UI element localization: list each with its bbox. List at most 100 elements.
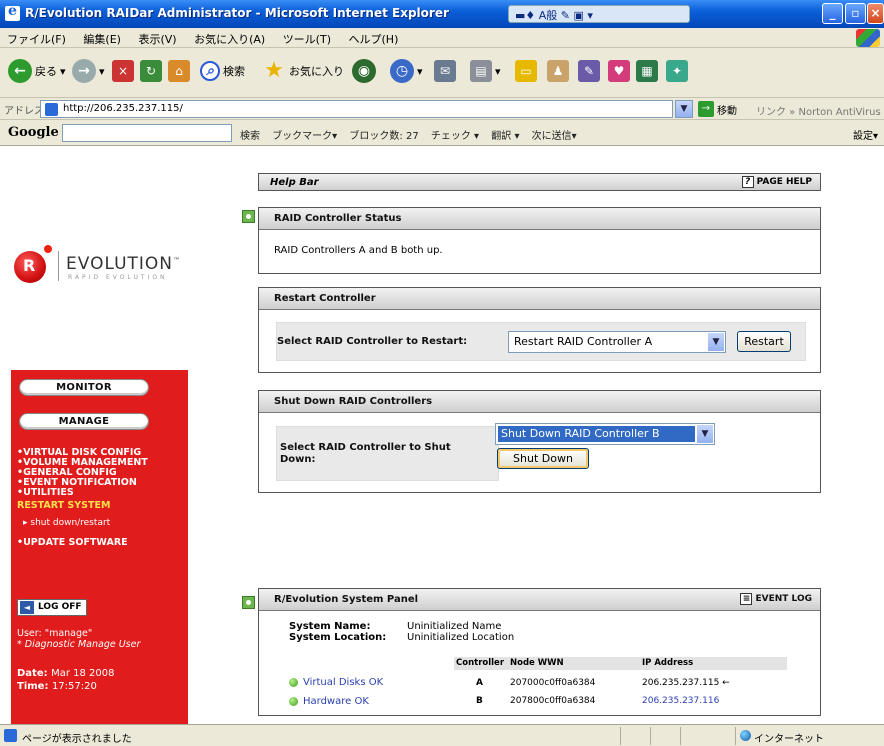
- manage-button[interactable]: MANAGE: [19, 413, 149, 430]
- close-button[interactable]: ×: [867, 3, 884, 24]
- menu-help[interactable]: ヘルプ(H): [342, 28, 406, 47]
- nav-update-software[interactable]: •UPDATE SOFTWARE: [17, 538, 187, 548]
- virtual-disks-ok-link[interactable]: Virtual Disks OK: [288, 677, 383, 688]
- back-button[interactable]: ← 戻る ▾: [8, 56, 66, 86]
- edit-button[interactable]: ▭: [515, 56, 537, 86]
- stop-button[interactable]: ×: [112, 56, 134, 86]
- nav-restart-system[interactable]: RESTART SYSTEM: [17, 501, 187, 511]
- google-search-input[interactable]: [62, 124, 232, 142]
- restart-select-label: Select RAID Controller to Restart:: [277, 336, 468, 347]
- google-settings[interactable]: 設定▾: [853, 127, 878, 142]
- google-popup-blocker[interactable]: ブロック数: 27: [349, 131, 418, 142]
- mail-button[interactable]: ✉: [434, 56, 456, 86]
- ime-language-bar[interactable]: ▬♦ A般 ✎ ▣ ▾: [508, 5, 690, 23]
- google-bookmarks[interactable]: ブックマーク▾: [272, 131, 337, 142]
- row-b-wwn: 207800c0ff0a6384: [510, 696, 596, 706]
- raid-status-panel: RAID Controller Status RAID Controllers …: [258, 207, 821, 274]
- search-icon: ⌕: [200, 61, 220, 81]
- system-name-label: System Name:: [289, 621, 371, 632]
- plugin-icon: ✦: [666, 60, 688, 82]
- media-icon: ◉: [352, 59, 376, 83]
- row-a-wwn: 207000c0ff0a6384: [510, 678, 596, 688]
- system-location-label: System Location:: [289, 632, 387, 643]
- hardware-ok-link[interactable]: Hardware OK: [289, 696, 369, 707]
- help-icon: ?: [741, 176, 754, 188]
- discuss-button[interactable]: ♟: [547, 56, 569, 86]
- address-dropdown[interactable]: ▼: [675, 100, 693, 118]
- log-off-button[interactable]: ◄ LOG OFF: [17, 599, 87, 616]
- log-off-label: LOG OFF: [38, 602, 82, 612]
- maximize-button[interactable]: ▫: [845, 3, 866, 24]
- logo-word: EVOLUTION: [66, 254, 174, 274]
- status-divider: [650, 727, 651, 745]
- refresh-button[interactable]: ↻: [140, 56, 162, 86]
- row-b-controller: B: [476, 696, 483, 706]
- restart-select-value: Restart RAID Controller A: [514, 335, 653, 348]
- favorites-button[interactable]: ★ お気に入り: [262, 56, 344, 86]
- restart-controller-select[interactable]: Restart RAID Controller A ▼: [508, 331, 726, 353]
- system-collapse-icon[interactable]: [242, 596, 255, 609]
- messenger-button[interactable]: ♥: [608, 56, 630, 86]
- links-toolbar[interactable]: リンク » Norton AntiVirus: [756, 103, 881, 118]
- back-arrow-icon: ←: [8, 59, 32, 83]
- controller-table-header: Controller Node WWN IP Address: [454, 657, 787, 670]
- home-button[interactable]: ⌂: [168, 56, 190, 86]
- media-button[interactable]: ◉: [352, 56, 376, 86]
- event-log-button[interactable]: ≡ EVENT LOG: [740, 593, 812, 605]
- shutdown-panel-title: Shut Down RAID Controllers: [259, 391, 820, 413]
- tool-icon: ▦: [636, 60, 658, 82]
- address-url[interactable]: http://206.235.237.115/: [63, 103, 183, 114]
- shutdown-controller-select[interactable]: Shut Down RAID Controller B ▼: [495, 423, 715, 445]
- star-icon: ★: [264, 58, 284, 83]
- google-search-button[interactable]: 検索: [240, 131, 260, 142]
- go-button[interactable]: → 移動: [698, 101, 737, 117]
- help-bar: Help Bar ? PAGE HELP: [258, 173, 821, 191]
- date-display: Date: Mar 18 2008: [17, 668, 115, 679]
- page-help-button[interactable]: ? PAGE HELP: [741, 176, 812, 188]
- standard-toolbar: ← 戻る ▾ → ▾ × ↻ ⌂ ⌕ 検索 ★ お気に入り ◉ ◷ ▾ ✉ ▤ …: [0, 48, 884, 98]
- menu-file[interactable]: ファイル(F): [0, 28, 73, 47]
- minimize-button[interactable]: _: [822, 3, 843, 24]
- extra-button[interactable]: ✦: [666, 56, 688, 86]
- date-value: Mar 18 2008: [51, 668, 115, 679]
- history-button[interactable]: ◷ ▾: [390, 56, 423, 86]
- logo-tm: ™: [173, 256, 182, 265]
- tool-button[interactable]: ▦: [636, 56, 658, 86]
- menu-edit[interactable]: 編集(E): [76, 28, 128, 47]
- print-button[interactable]: ▤ ▾: [470, 56, 501, 86]
- system-name-value: Uninitialized Name: [407, 621, 502, 632]
- address-input[interactable]: http://206.235.237.115/: [40, 100, 673, 118]
- menu-tools[interactable]: ツール(T): [276, 28, 338, 47]
- user-name: User: "manage": [17, 628, 93, 639]
- search-button[interactable]: ⌕ 検索: [200, 56, 245, 86]
- event-log-icon: ≡: [740, 593, 753, 605]
- forward-button[interactable]: → ▾: [72, 56, 105, 86]
- shutdown-label-line1: Select RAID Controller to Shut: [280, 442, 451, 453]
- header-controller: Controller: [456, 658, 505, 668]
- ime-mode[interactable]: A般: [539, 9, 558, 22]
- system-panel: R/Evolution System Panel ≡ EVENT LOG Syst…: [258, 588, 821, 716]
- header-node-wwn: Node WWN: [510, 658, 564, 668]
- research-button[interactable]: ✎: [578, 56, 600, 86]
- discuss-icon: ♟: [547, 60, 569, 82]
- google-logo[interactable]: Google: [8, 125, 59, 140]
- shutdown-controllers-panel: Shut Down RAID Controllers Select RAID C…: [258, 390, 821, 493]
- system-name: System Name: Uninitialized Name: [289, 621, 501, 632]
- monitor-button[interactable]: MONITOR: [19, 379, 149, 396]
- nav-shut-down-restart[interactable]: ▸ shut down/restart: [23, 518, 193, 528]
- shut-down-button[interactable]: Shut Down: [497, 448, 589, 469]
- research-icon: ✎: [578, 60, 600, 82]
- menu-favorites[interactable]: お気に入り(A): [187, 28, 272, 47]
- google-send-to[interactable]: 次に送信▾: [532, 131, 577, 142]
- logo-emblem-icon: [14, 251, 46, 283]
- go-label: 移動: [717, 105, 737, 117]
- nav-utilities[interactable]: •UTILITIES: [17, 488, 187, 498]
- shutdown-select-value: Shut Down RAID Controller B: [498, 426, 695, 442]
- menu-view[interactable]: 表示(V): [131, 28, 183, 47]
- restart-button[interactable]: Restart: [737, 331, 791, 352]
- google-translate[interactable]: 翻訳 ▾: [491, 131, 519, 142]
- restart-panel-title: Restart Controller: [259, 288, 820, 310]
- google-spellcheck[interactable]: チェック ▾: [431, 131, 479, 142]
- status-collapse-icon[interactable]: [242, 210, 255, 223]
- row-b-ip-link[interactable]: 206.235.237.116: [642, 696, 719, 706]
